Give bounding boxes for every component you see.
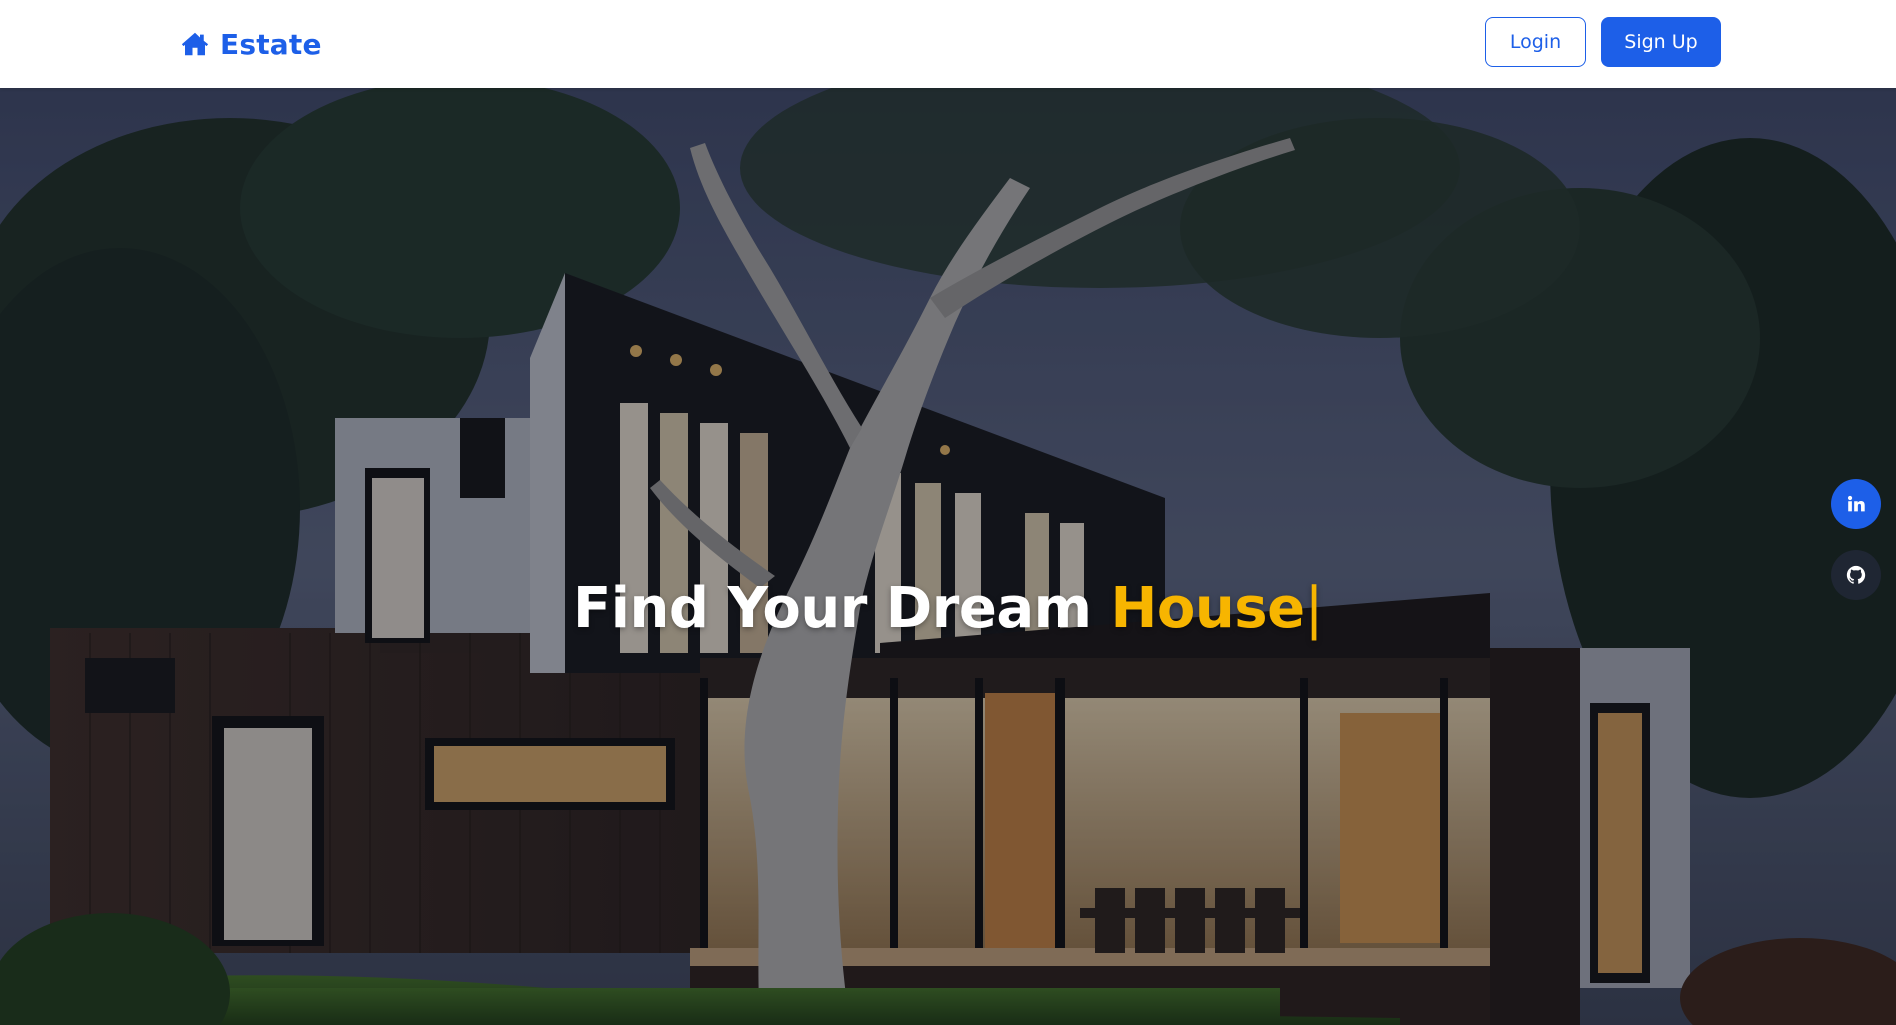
- login-button[interactable]: Login: [1485, 17, 1586, 67]
- hero-section: Find Your Dream House|: [0, 88, 1896, 1025]
- hero-title-highlight: House: [1110, 576, 1306, 641]
- linkedin-button[interactable]: [1831, 479, 1881, 529]
- linkedin-icon: [1845, 493, 1867, 515]
- home-icon: [180, 29, 210, 59]
- brand-link[interactable]: Estate: [180, 26, 322, 62]
- navbar: Estate Login Sign Up: [0, 0, 1896, 88]
- brand-name: Estate: [220, 27, 322, 61]
- hero-background-image: [0, 88, 1896, 1025]
- hero-title: Find Your Dream House|: [0, 576, 1896, 641]
- signup-button[interactable]: Sign Up: [1601, 17, 1721, 67]
- github-button[interactable]: [1831, 550, 1881, 600]
- github-icon: [1845, 564, 1867, 586]
- typing-cursor: |: [1304, 576, 1324, 641]
- hero-title-main: Find Your Dream: [573, 576, 1111, 641]
